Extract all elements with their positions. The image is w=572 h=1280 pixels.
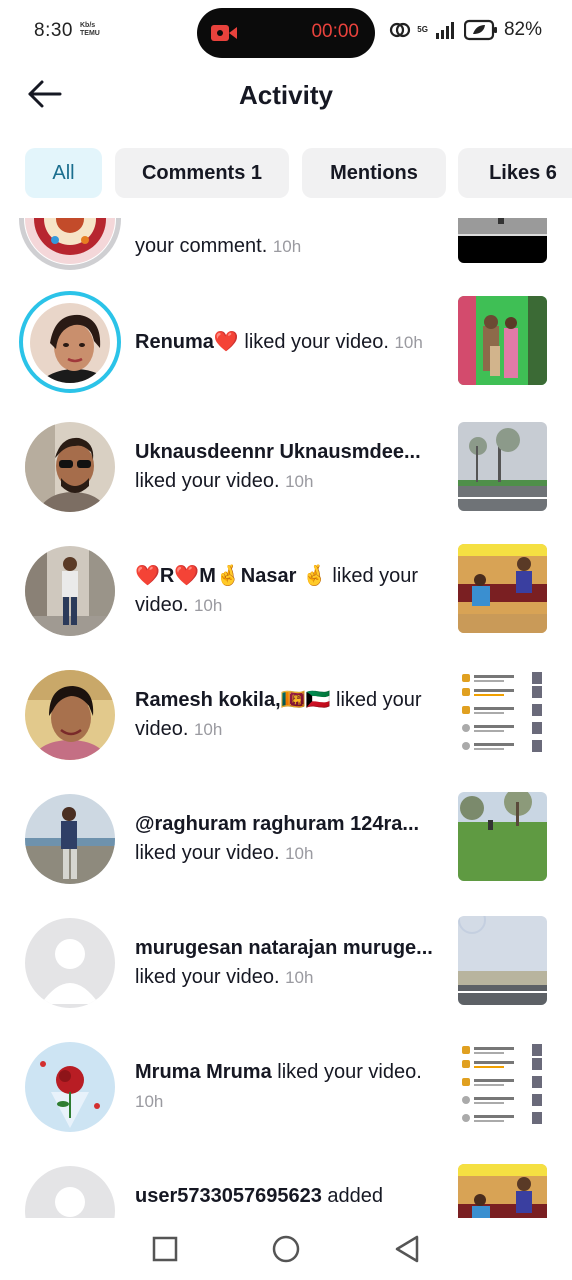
list-item[interactable]: @raghuram raghuram 124ra... liked your v… bbox=[0, 792, 572, 918]
tab-likes[interactable]: Likes 6 bbox=[458, 148, 572, 198]
avatar[interactable] bbox=[30, 303, 110, 383]
system-nav-bar bbox=[0, 1218, 572, 1280]
screen-record-pill[interactable]: 00:00 bbox=[197, 8, 375, 58]
list-item[interactable]: Uknausdeennr Uknausmdee... liked your vi… bbox=[0, 422, 572, 546]
activity-action: liked your video. bbox=[135, 966, 280, 988]
signal-icon bbox=[435, 22, 454, 39]
activity-action: liked your video. bbox=[135, 470, 280, 492]
heart-emoji: ❤️ bbox=[213, 331, 239, 353]
activity-time: 10h bbox=[135, 1092, 164, 1111]
activity-time: 10h bbox=[193, 720, 223, 739]
video-thumbnail[interactable] bbox=[458, 544, 547, 633]
activity-action: liked your video. bbox=[271, 1061, 422, 1083]
avatar[interactable] bbox=[25, 546, 115, 636]
activity-time: 10h bbox=[193, 596, 223, 615]
video-thumbnail[interactable] bbox=[458, 916, 547, 1005]
video-thumbnail[interactable] bbox=[458, 296, 547, 385]
tab-mentions[interactable]: Mentions bbox=[302, 148, 446, 198]
tab-comments[interactable]: Comments 1 bbox=[115, 148, 289, 198]
activity-time: 10h bbox=[285, 844, 314, 863]
activity-username[interactable]: murugesan natarajan muruge... bbox=[135, 937, 433, 959]
activity-username[interactable]: Mruma Mruma bbox=[135, 1061, 272, 1083]
video-thumbnail[interactable] bbox=[458, 668, 547, 757]
avatar[interactable] bbox=[25, 1166, 115, 1218]
activity-time: 10h bbox=[285, 968, 314, 987]
battery-percent: 82% bbox=[503, 19, 542, 40]
avatar[interactable] bbox=[25, 794, 115, 884]
status-time: 8:30 bbox=[34, 20, 73, 41]
recording-time: 00:00 bbox=[311, 21, 359, 42]
avatar[interactable] bbox=[25, 1042, 115, 1132]
activity-time: 10h bbox=[285, 472, 314, 491]
link-icon bbox=[390, 22, 411, 38]
activity-action: added bbox=[321, 1185, 384, 1207]
battery-icon bbox=[463, 19, 497, 41]
activity-time: 10h bbox=[394, 333, 423, 352]
list-item[interactable]: Renuma❤️ liked your video. 10h bbox=[0, 291, 572, 422]
list-item[interactable]: Ramesh kokila,🇱🇰🇰🇼 liked your video. 10h bbox=[0, 668, 572, 794]
status-bar: 8:30 Kb/s TEMU 00:00 5G 82% bbox=[0, 0, 572, 66]
status-small-labels: Kb/s TEMU bbox=[80, 22, 100, 37]
activity-username[interactable]: @raghuram raghuram 124ra... bbox=[135, 813, 419, 835]
recents-square-icon[interactable] bbox=[148, 1232, 182, 1266]
activity-action: liked your video. bbox=[135, 842, 280, 864]
list-item[interactable]: murugesan natarajan muruge... liked your… bbox=[0, 916, 572, 1042]
activity-username[interactable]: user5733057695623 bbox=[135, 1185, 322, 1207]
video-thumbnail[interactable] bbox=[458, 1164, 547, 1218]
list-item[interactable]: your comment. 10h bbox=[0, 218, 572, 298]
activity-username[interactable]: ❤️R❤️M🤞Nasar 🤞 bbox=[135, 565, 327, 587]
activity-action: your comment. bbox=[135, 235, 268, 257]
avatar[interactable] bbox=[25, 670, 115, 760]
avatar[interactable] bbox=[25, 918, 115, 1008]
home-circle-icon[interactable] bbox=[269, 1232, 303, 1266]
list-item[interactable]: Mruma Mruma liked your video. 10h bbox=[0, 1040, 572, 1166]
back-triangle-icon[interactable] bbox=[390, 1232, 424, 1266]
avatar[interactable] bbox=[25, 422, 115, 512]
network-type: 5G bbox=[417, 25, 428, 34]
video-thumbnail[interactable] bbox=[458, 218, 547, 263]
status-icons: 5G 82% bbox=[389, 19, 542, 41]
activity-action: liked your video. bbox=[238, 331, 389, 353]
activity-list: your comment. 10h Renuma❤️ liked your vi… bbox=[0, 218, 572, 1218]
video-thumbnail[interactable] bbox=[458, 792, 547, 881]
activity-username[interactable]: Renuma bbox=[135, 331, 214, 353]
video-thumbnail[interactable] bbox=[458, 422, 547, 511]
activity-username[interactable]: Ramesh kokila,🇱🇰🇰🇼 bbox=[135, 689, 330, 711]
list-item[interactable]: user5733057695623 added bbox=[0, 1164, 572, 1218]
activity-time: 10h bbox=[272, 237, 302, 256]
page-title: Activity bbox=[239, 80, 333, 110]
video-thumbnail[interactable] bbox=[458, 1040, 547, 1129]
list-item[interactable]: ❤️R❤️M🤞Nasar 🤞 liked your video. 10h bbox=[0, 544, 572, 670]
video-camera-icon bbox=[211, 25, 237, 41]
tab-all[interactable]: All bbox=[25, 148, 102, 198]
header: Activity bbox=[0, 66, 572, 130]
activity-username[interactable]: Uknausdeennr Uknausmdee... bbox=[135, 441, 421, 463]
